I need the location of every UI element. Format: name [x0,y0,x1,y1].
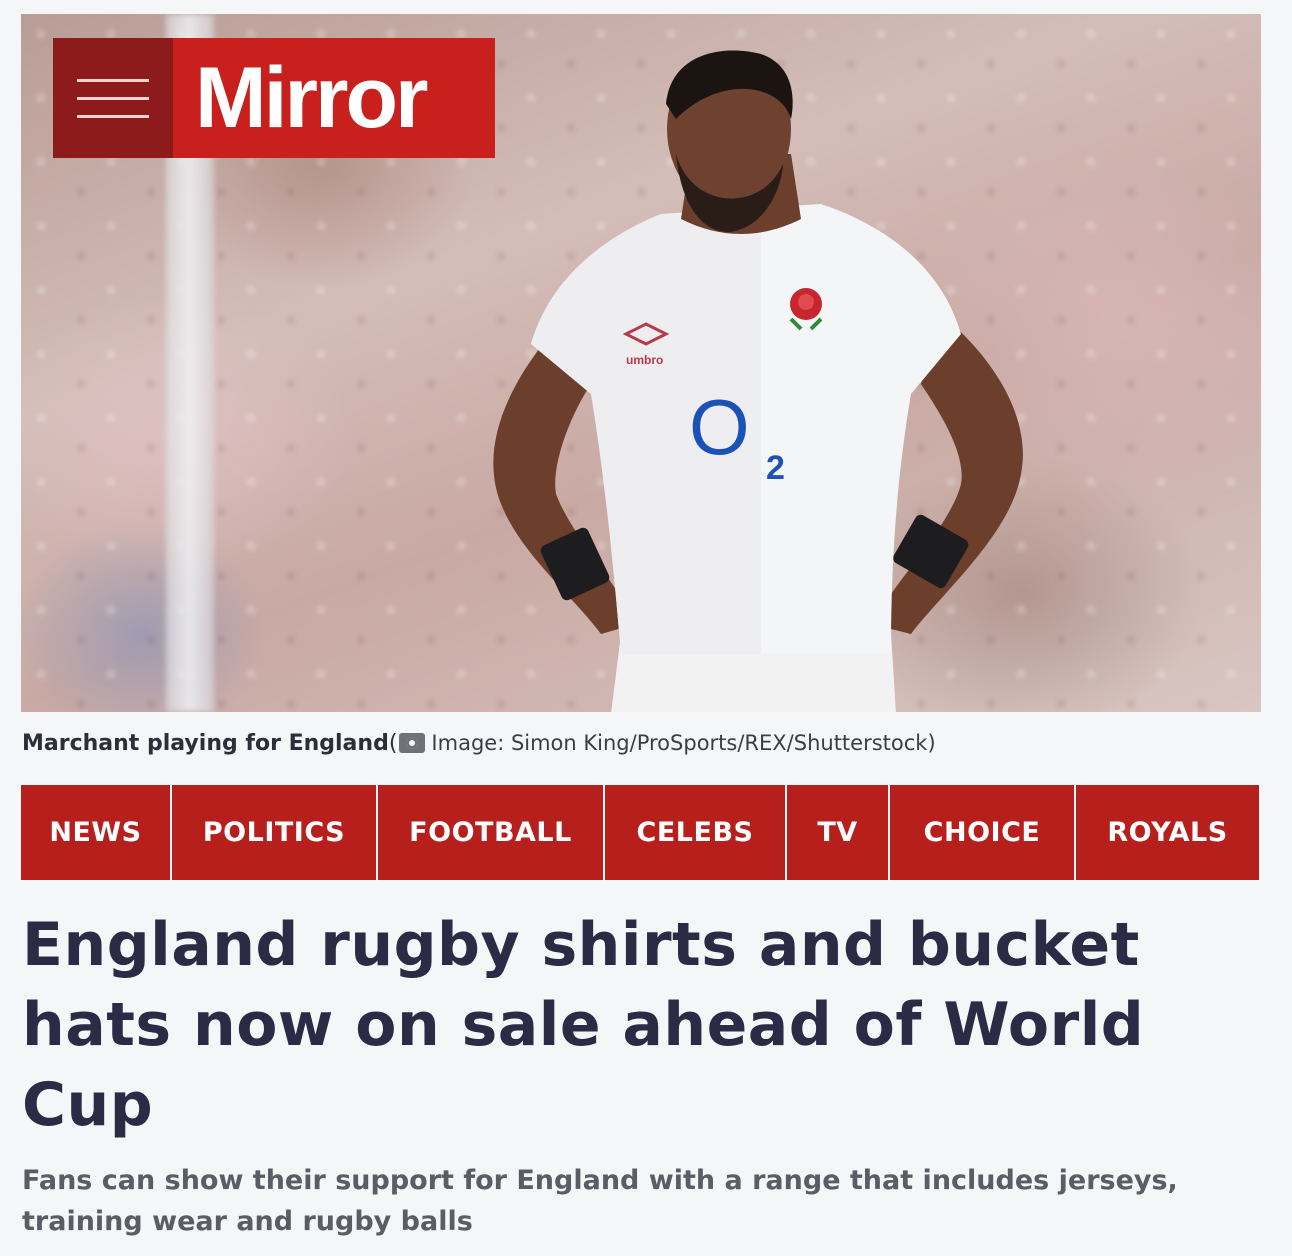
brand-logo[interactable]: Mirror [173,38,495,158]
shirt-brand-text: umbro [626,353,663,367]
nav-item-football[interactable]: FOOTBALL [378,785,605,880]
site-header-logo[interactable]: Mirror [53,38,495,158]
hamburger-menu-icon[interactable] [53,38,173,158]
article-page: umbro O 2 Mirror Marchant playing for En… [0,0,1292,1256]
nav-item-news[interactable]: NEWS [21,785,172,880]
caption-open-paren: ( [388,730,398,756]
player-figure: umbro O 2 [493,50,1023,712]
nav-item-royals[interactable]: ROYALS [1076,785,1259,880]
nav-item-politics[interactable]: POLITICS [172,785,378,880]
sponsor-logo: O [689,383,750,471]
sponsor-logo-subscript: 2 [766,449,785,487]
section-nav: NEWS POLITICS FOOTBALL CELEBS TV CHOICE … [21,785,1259,880]
caption-credit: Image: Simon King/ProSports/REX/Shutters… [431,731,936,755]
caption-title: Marchant playing for England [22,730,389,756]
nav-item-celebs[interactable]: CELEBS [605,785,787,880]
article-headline: England rugby shirts and bucket hats now… [22,910,1145,1140]
nav-item-choice[interactable]: CHOICE [890,785,1076,880]
camera-icon [399,733,426,753]
image-caption: Marchant playing for England ( Image: Si… [22,727,936,759]
article-standfirst: Fans can show their support for England … [22,1165,1178,1237]
nav-item-tv[interactable]: TV [787,785,890,880]
